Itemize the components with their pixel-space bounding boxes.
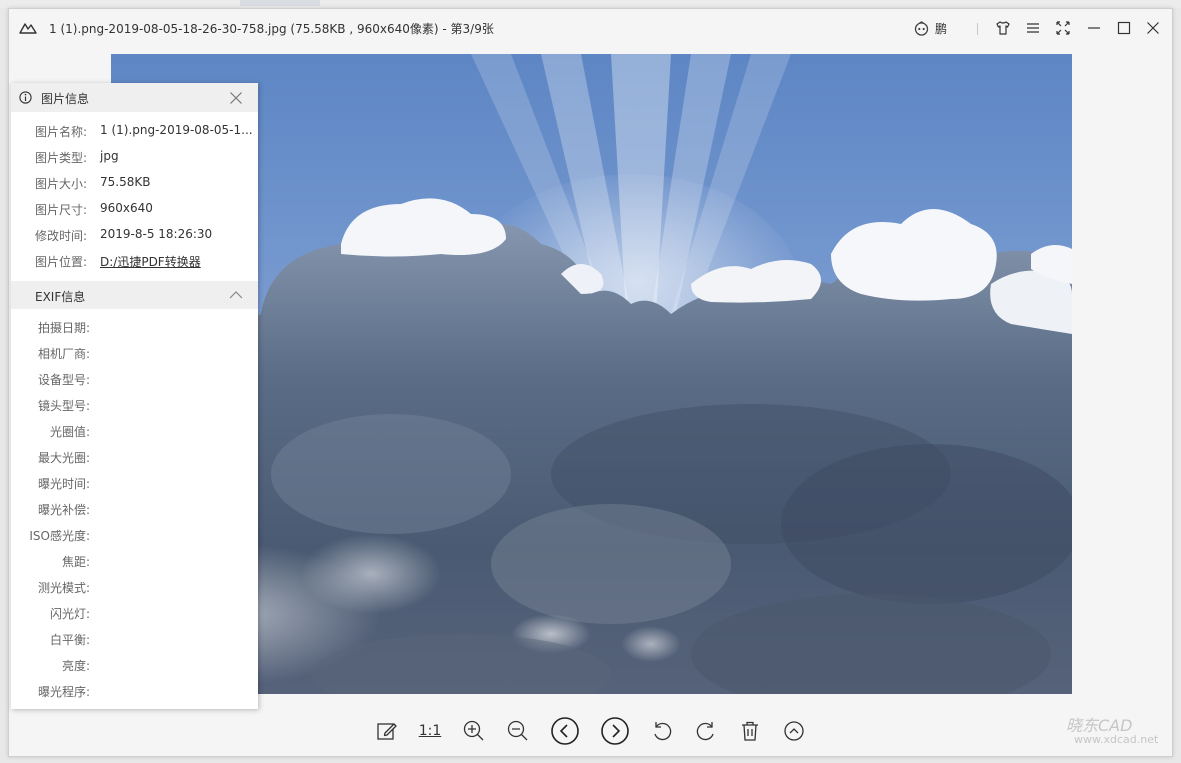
rotate-left-icon — [654, 722, 672, 741]
rotate-right-icon — [696, 722, 714, 741]
title-bar[interactable]: 1 (1).png-2019-08-05-18-26-30-758.jpg (7… — [9, 9, 1172, 47]
exif-section-header[interactable]: EXIF信息 — [11, 281, 258, 309]
info-value: 960x640 — [100, 201, 153, 215]
info-panel-header: 图片信息 — [11, 83, 258, 112]
info-row-size: 图片大小: 75.58KB — [11, 175, 258, 195]
watermark-url: www.xdcad.net — [1074, 733, 1159, 746]
minimize-icon — [1088, 27, 1100, 29]
info-label: 图片类型: — [35, 151, 88, 165]
maximize-button[interactable] — [1115, 19, 1133, 37]
exif-row-label: 镜头型号: — [37, 399, 90, 413]
exif-row-label: 测光模式: — [37, 581, 90, 595]
chevron-up-circle-icon — [784, 721, 804, 741]
exif-row-label: 闪光灯: — [49, 607, 90, 621]
previous-image-button[interactable] — [550, 716, 580, 746]
chevron-up-icon[interactable] — [229, 290, 243, 300]
rotate-left-button[interactable] — [649, 718, 675, 744]
image-viewer-window: 1 (1).png-2019-08-05-18-26-30-758.jpg (7… — [8, 8, 1173, 757]
close-icon — [1147, 22, 1159, 34]
exif-row-label: 拍摄日期: — [37, 321, 90, 335]
background-taskbar — [0, 0, 1181, 8]
skin-button[interactable] — [994, 19, 1012, 37]
next-image-button[interactable] — [600, 716, 630, 746]
exif-row-label: 曝光补偿: — [37, 503, 90, 517]
exif-row-label: 曝光程序: — [37, 685, 90, 699]
location-link[interactable]: D:/迅捷PDF转换器 — [100, 253, 201, 270]
minimize-button[interactable] — [1085, 19, 1103, 37]
fullscreen-button[interactable] — [1054, 19, 1072, 37]
exif-row-label: 亮度: — [61, 659, 90, 673]
zoom-in-icon — [463, 720, 484, 741]
info-value: 1 (1).png-2019-08-05-1... — [100, 123, 253, 137]
info-row-type: 图片类型: jpg — [11, 149, 258, 169]
window-title: 1 (1).png-2019-08-05-18-26-30-758.jpg (7… — [49, 22, 494, 36]
exif-row-label: 最大光圈: — [37, 451, 90, 465]
exif-row-label: 相机厂商: — [37, 347, 90, 361]
actual-size-button[interactable]: 1:1 — [417, 718, 443, 744]
exif-title: EXIF信息 — [35, 290, 86, 304]
mountain-icon — [19, 23, 37, 34]
exif-row-label: 设备型号: — [37, 373, 90, 387]
user-account[interactable]: 鹏 — [914, 19, 947, 37]
info-label: 图片大小: — [35, 177, 88, 191]
menu-button[interactable] — [1024, 19, 1042, 37]
bottom-toolbar: 1:1 — [9, 709, 1172, 753]
user-name: 鹏 — [935, 21, 948, 36]
hamburger-menu-icon — [1027, 23, 1039, 33]
info-label: 修改时间: — [35, 229, 88, 243]
delete-button[interactable] — [737, 718, 763, 744]
exif-row-label: ISO感光度: — [29, 529, 90, 543]
fullscreen-icon — [1056, 21, 1070, 35]
info-row-dimensions: 图片尺寸: 960x640 — [11, 201, 258, 221]
info-row-location: 图片位置: D:/迅捷PDF转换器 — [11, 253, 258, 273]
background-tab — [240, 0, 320, 6]
trash-icon — [742, 721, 758, 741]
exif-row-label: 焦距: — [61, 555, 90, 569]
title-separator — [977, 23, 978, 35]
info-value: 75.58KB — [100, 175, 151, 189]
info-value: 2019-8-5 18:26:30 — [100, 227, 213, 241]
zoom-out-icon — [507, 720, 528, 741]
edit-icon — [377, 723, 397, 740]
shirt-icon — [996, 21, 1010, 35]
more-button[interactable] — [781, 718, 807, 744]
exif-row-label: 白平衡: — [49, 633, 90, 647]
info-icon — [19, 91, 32, 104]
rotate-right-button[interactable] — [693, 718, 719, 744]
edit-button[interactable] — [374, 718, 400, 744]
info-row-name: 图片名称: 1 (1).png-2019-08-05-1... — [11, 123, 258, 143]
info-value: jpg — [100, 149, 119, 163]
robot-face-icon — [914, 20, 929, 36]
panel-close-icon[interactable] — [229, 91, 243, 105]
maximize-icon — [1117, 21, 1131, 35]
info-panel-title: 图片信息 — [41, 92, 90, 106]
exif-row-label: 曝光时间: — [37, 477, 90, 491]
info-row-modified: 修改时间: 2019-8-5 18:26:30 — [11, 227, 258, 247]
image-info-panel: 图片信息 图片名称: 1 (1).png-2019-08-05-1... 图片类… — [11, 83, 258, 709]
chevron-right-circle-icon — [601, 717, 629, 745]
info-label: 图片尺寸: — [35, 203, 88, 217]
info-label: 图片位置: — [35, 255, 88, 269]
close-button[interactable] — [1144, 19, 1162, 37]
zoom-in-button[interactable] — [461, 718, 487, 744]
exif-row-label: 光圈值: — [49, 425, 90, 439]
info-label: 图片名称: — [35, 125, 88, 139]
zoom-out-button[interactable] — [505, 718, 531, 744]
chevron-left-circle-icon — [551, 717, 579, 745]
